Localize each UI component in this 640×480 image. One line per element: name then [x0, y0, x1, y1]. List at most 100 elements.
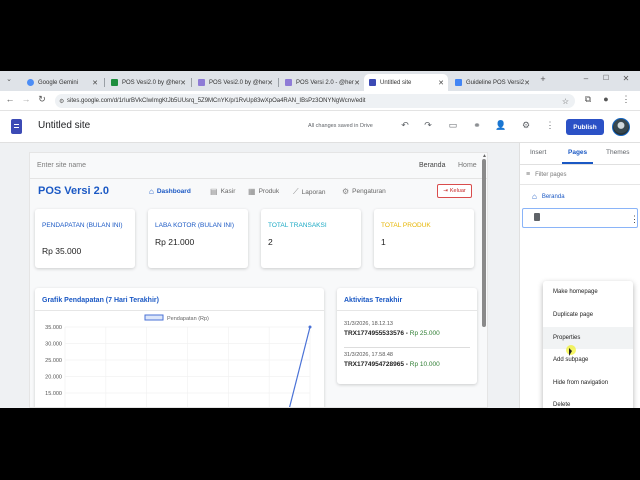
card-value: 2	[268, 237, 273, 247]
undo-icon[interactable]: ↶	[398, 120, 412, 131]
extensions-icon[interactable]: ⧉	[582, 94, 594, 105]
forward-icon[interactable]: →	[20, 94, 32, 104]
data-point	[308, 325, 312, 329]
save-status: All changes saved in Drive	[308, 123, 373, 129]
menu-hide-from-navigation[interactable]: Hide from navigation	[543, 372, 633, 394]
docs-icon	[455, 79, 462, 86]
activity-item: 31/3/2026, 17.58.48 TRX1774954728965 - R…	[344, 352, 440, 368]
browser-tab-5[interactable]: Untitled site ✕	[364, 74, 448, 91]
home-icon: ⌂	[532, 192, 537, 201]
browser-toolbar: ← → ↻ ⚙ sites.google.com/d/1rIurBVkClwIm…	[0, 91, 640, 111]
menu-delete[interactable]: Delete	[543, 394, 633, 408]
browser-tab-1[interactable]: Google Gemini ✕	[22, 74, 102, 91]
page-item-selected[interactable]	[522, 208, 638, 228]
maximize-icon[interactable]: ☐	[600, 74, 612, 82]
site-info-icon[interactable]: ⚙	[59, 98, 64, 105]
y-tick-label: 10.000	[45, 408, 62, 409]
app-title: POS Versi 2.0	[38, 185, 109, 197]
browser-tab-2[interactable]: POS Vesi2.0 by @her ✕	[106, 74, 190, 91]
series-line	[289, 326, 311, 407]
address-bar[interactable]: ⚙ sites.google.com/d/1rIurBVkClwImgKtJb5…	[55, 94, 575, 108]
nav-link-home[interactable]: Home	[458, 162, 477, 169]
revenue-line-chart: Pendapatan (Rp) 35.000 30.000 25.000 20.000 1…	[45, 314, 312, 409]
card-value: Rp 21.000	[155, 237, 195, 247]
google-sites-logo-icon[interactable]	[11, 119, 22, 134]
menu-laporan[interactable]: ⟋ Laporan	[293, 187, 325, 197]
nav-link-beranda[interactable]: Beranda	[419, 162, 445, 169]
activity-panel-title: Aktivitas Terakhir	[344, 297, 403, 304]
menu-dashboard[interactable]: ⌂ Dashboard	[149, 187, 191, 196]
card-label: LABA KOTOR (BULAN INI)	[155, 222, 234, 229]
preview-icon[interactable]: ▭	[446, 120, 460, 131]
card-value: Rp 35.000	[42, 246, 82, 256]
page-doc-icon	[534, 213, 540, 221]
browser-tab-6[interactable]: Guideline POS Versi2 ✕	[450, 74, 534, 91]
close-icon[interactable]: ✕	[180, 79, 186, 87]
activity-date: 31/3/2026, 17.58.48	[344, 352, 393, 358]
tab-pages[interactable]: Pages	[568, 149, 587, 156]
card-label: PENDAPATAN (BULAN INI)	[42, 222, 123, 229]
close-icon[interactable]: ✕	[438, 79, 444, 87]
share-icon[interactable]: 👤	[494, 120, 508, 131]
canvas-scrollbar[interactable]: ▲	[482, 153, 487, 406]
browser-tab-3[interactable]: POS Vesi2.0 by @her ✕	[193, 74, 277, 91]
close-icon[interactable]: ✕	[267, 79, 273, 87]
settings-gear-icon[interactable]: ⚙	[519, 120, 533, 131]
menu-add-subpage[interactable]: Add subpage	[543, 349, 633, 371]
menu-produk[interactable]: ▦ Produk	[248, 187, 279, 196]
gemini-icon	[27, 79, 34, 86]
copy-link-icon[interactable]: ⚭	[470, 120, 484, 131]
site-name-input[interactable]: Enter site name	[37, 162, 86, 169]
y-tick-label: 20.000	[45, 375, 62, 381]
profile-icon[interactable]: ●	[600, 94, 612, 104]
card-value: 1	[381, 237, 386, 247]
filter-pages-input[interactable]: ≡ Filter pages	[526, 171, 566, 178]
logout-icon: ⇥	[443, 188, 448, 194]
y-tick-label: 30.000	[45, 342, 62, 348]
back-icon[interactable]: ←	[4, 94, 16, 104]
minimize-icon[interactable]: –	[580, 74, 592, 83]
page-context-menu: Make homepage Duplicate page Properties …	[543, 281, 633, 408]
more-options-icon[interactable]: ⋮	[543, 120, 557, 131]
close-icon[interactable]: ✕	[524, 79, 530, 87]
page-item-beranda[interactable]: ⌂ Beranda	[532, 192, 565, 201]
close-window-icon[interactable]: ✕	[620, 74, 632, 83]
screen: ⌄ Google Gemini ✕ POS Vesi2.0 by @her ✕ …	[0, 71, 640, 408]
menu-duplicate-page[interactable]: Duplicate page	[543, 304, 633, 326]
legend-label: Pendapatan (Rp)	[167, 316, 209, 322]
card-label: TOTAL PRODUK	[381, 222, 431, 229]
activity-transaction: TRX1774955533576 - Rp 25.000	[344, 330, 440, 337]
card-total-transaksi: TOTAL TRANSAKSI 2	[261, 209, 361, 268]
site-document-title[interactable]: Untitled site	[38, 120, 90, 131]
cash-register-icon: ▤	[210, 187, 218, 196]
browser-tab-4[interactable]: POS Versi 2.0 - @her ✕	[280, 74, 364, 91]
page-more-icon[interactable]: ⋮	[630, 215, 639, 224]
apps-script-icon	[198, 79, 205, 86]
browser-menu-icon[interactable]: ⋮	[620, 94, 632, 105]
new-tab-icon[interactable]: +	[537, 74, 549, 84]
bookmark-star-icon[interactable]: ☆	[562, 97, 569, 106]
menu-properties[interactable]: Properties	[543, 327, 633, 349]
menu-make-homepage[interactable]: Make homepage	[543, 281, 633, 303]
close-icon[interactable]: ✕	[354, 79, 360, 87]
revenue-chart-panel: Grafik Pendapatan (7 Hari Terakhir) Pend…	[35, 288, 324, 409]
publish-button[interactable]: Publish	[566, 119, 604, 135]
scrollbar-thumb[interactable]	[482, 159, 486, 327]
menu-pengaturan[interactable]: ⚙ Pengaturan	[342, 187, 386, 196]
tab-search-icon[interactable]: ⌄	[3, 75, 15, 83]
close-icon[interactable]: ✕	[92, 79, 98, 87]
tab-themes[interactable]: Themes	[606, 149, 629, 156]
browser-tab-strip: ⌄ Google Gemini ✕ POS Vesi2.0 by @her ✕ …	[0, 71, 640, 91]
filter-icon: ≡	[526, 171, 531, 178]
logout-button[interactable]: ⇥ Keluar	[437, 184, 472, 198]
redo-icon[interactable]: ↷	[421, 120, 435, 131]
activity-date: 31/3/2026, 18.12.13	[344, 321, 393, 327]
reload-icon[interactable]: ↻	[36, 94, 48, 105]
apps-script-icon	[285, 79, 292, 86]
avatar[interactable]	[612, 118, 630, 136]
menu-kasir[interactable]: ▤ Kasir	[210, 187, 235, 196]
activity-item: 31/3/2026, 18.12.13 TRX1774955533576 - R…	[344, 321, 440, 337]
sites-header: Untitled site All changes saved in Drive…	[0, 111, 640, 143]
tab-insert[interactable]: Insert	[530, 149, 546, 156]
site-page: Enter site name Beranda Home POS Versi 2…	[29, 152, 488, 408]
